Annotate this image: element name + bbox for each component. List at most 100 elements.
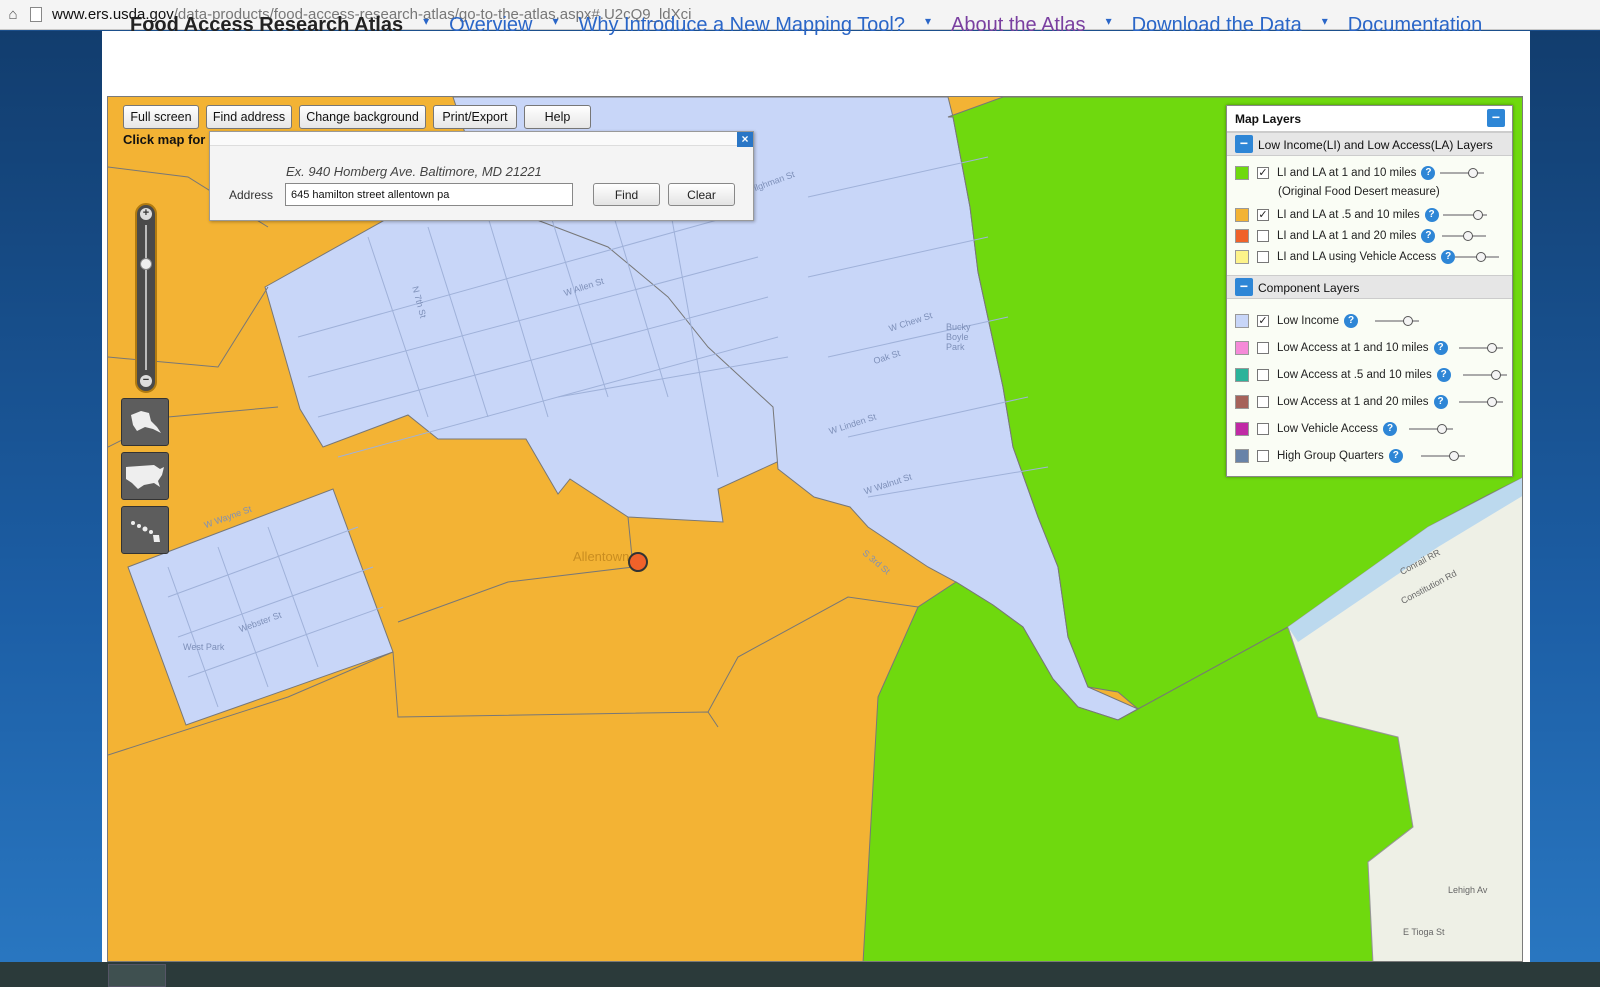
layer-checkbox[interactable]: ✓ bbox=[1257, 209, 1269, 221]
layer-checkbox[interactable] bbox=[1257, 251, 1269, 263]
hawaii-button[interactable] bbox=[121, 506, 169, 554]
clear-button[interactable]: Clear bbox=[668, 183, 735, 206]
dialog-titlebar[interactable] bbox=[210, 132, 753, 146]
help-icon[interactable]: ? bbox=[1421, 166, 1436, 180]
help-icon[interactable]: ? bbox=[1441, 250, 1456, 264]
help-icon[interactable]: ? bbox=[1383, 422, 1398, 436]
li-la-section-title: Low Income(LI) and Low Access(LA) Layers bbox=[1258, 138, 1493, 152]
find-button[interactable]: Find bbox=[593, 183, 660, 206]
opacity-slider[interactable] bbox=[1443, 210, 1487, 220]
opacity-slider-handle[interactable] bbox=[1449, 451, 1459, 461]
layer-checkbox[interactable] bbox=[1257, 423, 1269, 435]
alaska-button[interactable] bbox=[121, 398, 169, 446]
zoom-track[interactable] bbox=[145, 225, 147, 370]
help-icon[interactable]: ? bbox=[1344, 314, 1359, 328]
opacity-slider-handle[interactable] bbox=[1473, 210, 1484, 220]
help-icon[interactable]: ? bbox=[1421, 229, 1436, 243]
layer-label: LI and LA at 1 and 20 miles? bbox=[1277, 229, 1436, 243]
opacity-slider[interactable] bbox=[1440, 168, 1484, 178]
layer-checkbox[interactable] bbox=[1257, 450, 1269, 462]
opacity-slider-handle[interactable] bbox=[1403, 316, 1413, 326]
address-input[interactable] bbox=[285, 183, 573, 206]
nav-about-atlas[interactable]: About the Atlas bbox=[951, 14, 1086, 42]
layer-checkbox[interactable] bbox=[1257, 396, 1269, 408]
collapse-panel-icon[interactable]: − bbox=[1487, 109, 1505, 127]
opacity-slider-handle[interactable] bbox=[1487, 397, 1497, 407]
help-icon[interactable]: ? bbox=[1424, 208, 1439, 222]
opacity-slider-handle[interactable] bbox=[1463, 231, 1474, 241]
li-la-layer-row[interactable]: ✓ LI and LA at .5 and 10 miles? bbox=[1227, 205, 1512, 225]
li-la-section-header[interactable]: − Low Income(LI) and Low Access(LA) Laye… bbox=[1227, 132, 1512, 156]
change-background-button[interactable]: Change background bbox=[299, 105, 426, 129]
nav-download-data[interactable]: Download the Data bbox=[1132, 14, 1302, 42]
zoom-in-icon[interactable]: + bbox=[140, 208, 152, 220]
nav-overview[interactable]: Overview bbox=[449, 14, 532, 42]
home-icon[interactable]: ⌂ bbox=[0, 0, 26, 30]
layer-checkbox[interactable] bbox=[1257, 369, 1269, 381]
taskbar-item[interactable] bbox=[108, 964, 166, 987]
opacity-slider[interactable] bbox=[1463, 370, 1507, 380]
layer-checkbox[interactable] bbox=[1257, 342, 1269, 354]
li-la-layer-row[interactable]: LI and LA at 1 and 20 miles? bbox=[1227, 226, 1512, 246]
layer-checkbox[interactable] bbox=[1257, 230, 1269, 242]
opacity-slider-handle[interactable] bbox=[1437, 424, 1447, 434]
layer-label: Low Income? bbox=[1277, 314, 1359, 328]
layer-checkbox[interactable]: ✓ bbox=[1257, 167, 1269, 179]
layer-label: Low Access at .5 and 10 miles? bbox=[1277, 368, 1451, 382]
li-la-layer-row[interactable]: LI and LA using Vehicle Access? bbox=[1227, 247, 1512, 267]
place-label: Allentown bbox=[573, 549, 630, 564]
help-icon[interactable]: ? bbox=[1436, 368, 1451, 382]
opacity-slider[interactable] bbox=[1421, 451, 1465, 461]
component-layer-row[interactable]: Low Access at .5 and 10 miles? bbox=[1227, 365, 1512, 385]
help-button[interactable]: Help bbox=[524, 105, 591, 129]
layer-label-text: Low Access at .5 and 10 miles bbox=[1277, 369, 1432, 381]
location-marker[interactable] bbox=[628, 552, 648, 572]
opacity-slider[interactable] bbox=[1459, 397, 1503, 407]
place-label: Bucky Boyle Park bbox=[946, 322, 971, 352]
component-layer-row[interactable]: Low Vehicle Access? bbox=[1227, 419, 1512, 439]
component-section-header[interactable]: − Component Layers bbox=[1227, 275, 1512, 299]
atlas-map[interactable]: N 7th St W Allen St W Chew St W Linden S… bbox=[107, 96, 1523, 962]
zoom-slider[interactable]: + − bbox=[135, 203, 157, 393]
usa-icon bbox=[126, 465, 164, 489]
component-layer-row[interactable]: ✓ Low Income? bbox=[1227, 311, 1512, 331]
zoom-handle[interactable] bbox=[140, 258, 152, 270]
component-layer-row[interactable]: High Group Quarters? bbox=[1227, 446, 1512, 466]
find-address-button[interactable]: Find address bbox=[206, 105, 292, 129]
print-export-button[interactable]: Print/Export bbox=[433, 105, 517, 129]
nav-documentation[interactable]: Documentation bbox=[1348, 14, 1483, 42]
layer-label: LI and LA at 1 and 10 miles? bbox=[1277, 166, 1436, 180]
opacity-slider-handle[interactable] bbox=[1487, 343, 1497, 353]
layer-color-swatch bbox=[1235, 395, 1249, 409]
opacity-slider-handle[interactable] bbox=[1476, 252, 1487, 262]
layer-label: LI and LA at .5 and 10 miles? bbox=[1277, 208, 1439, 222]
site-title[interactable]: Food Access Research Atlas bbox=[130, 14, 403, 42]
help-icon[interactable]: ? bbox=[1433, 395, 1448, 409]
full-screen-button[interactable]: Full screen bbox=[123, 105, 199, 129]
layer-color-swatch bbox=[1235, 208, 1249, 222]
opacity-slider-handle[interactable] bbox=[1491, 370, 1501, 380]
collapse-section-icon[interactable]: − bbox=[1235, 278, 1253, 296]
help-icon[interactable]: ? bbox=[1433, 341, 1448, 355]
opacity-slider[interactable] bbox=[1375, 316, 1419, 326]
address-label: Address bbox=[229, 188, 274, 202]
li-la-layer-row[interactable]: ✓ LI and LA at 1 and 10 miles? bbox=[1227, 163, 1512, 183]
zoom-out-icon[interactable]: − bbox=[140, 375, 152, 387]
collapse-section-icon[interactable]: − bbox=[1235, 135, 1253, 153]
opacity-slider[interactable] bbox=[1455, 252, 1499, 262]
layer-checkbox[interactable]: ✓ bbox=[1257, 315, 1269, 327]
opacity-slider[interactable] bbox=[1409, 424, 1453, 434]
opacity-slider[interactable] bbox=[1442, 231, 1486, 241]
help-icon[interactable]: ? bbox=[1388, 449, 1403, 463]
component-layer-row[interactable]: Low Access at 1 and 10 miles? bbox=[1227, 338, 1512, 358]
page-background-left bbox=[0, 31, 102, 987]
component-layer-row[interactable]: Low Access at 1 and 20 miles? bbox=[1227, 392, 1512, 412]
layers-header: Map Layers − bbox=[1227, 106, 1512, 132]
nav-why-new-tool[interactable]: Why Introduce a New Mapping Tool? bbox=[579, 14, 905, 42]
layer-color-swatch bbox=[1235, 422, 1249, 436]
opacity-slider[interactable] bbox=[1459, 343, 1503, 353]
opacity-slider-handle[interactable] bbox=[1468, 168, 1478, 178]
continental-us-button[interactable] bbox=[121, 452, 169, 500]
close-icon[interactable]: × bbox=[737, 132, 753, 147]
layer-label-text: LI and LA at .5 and 10 miles bbox=[1277, 209, 1420, 221]
